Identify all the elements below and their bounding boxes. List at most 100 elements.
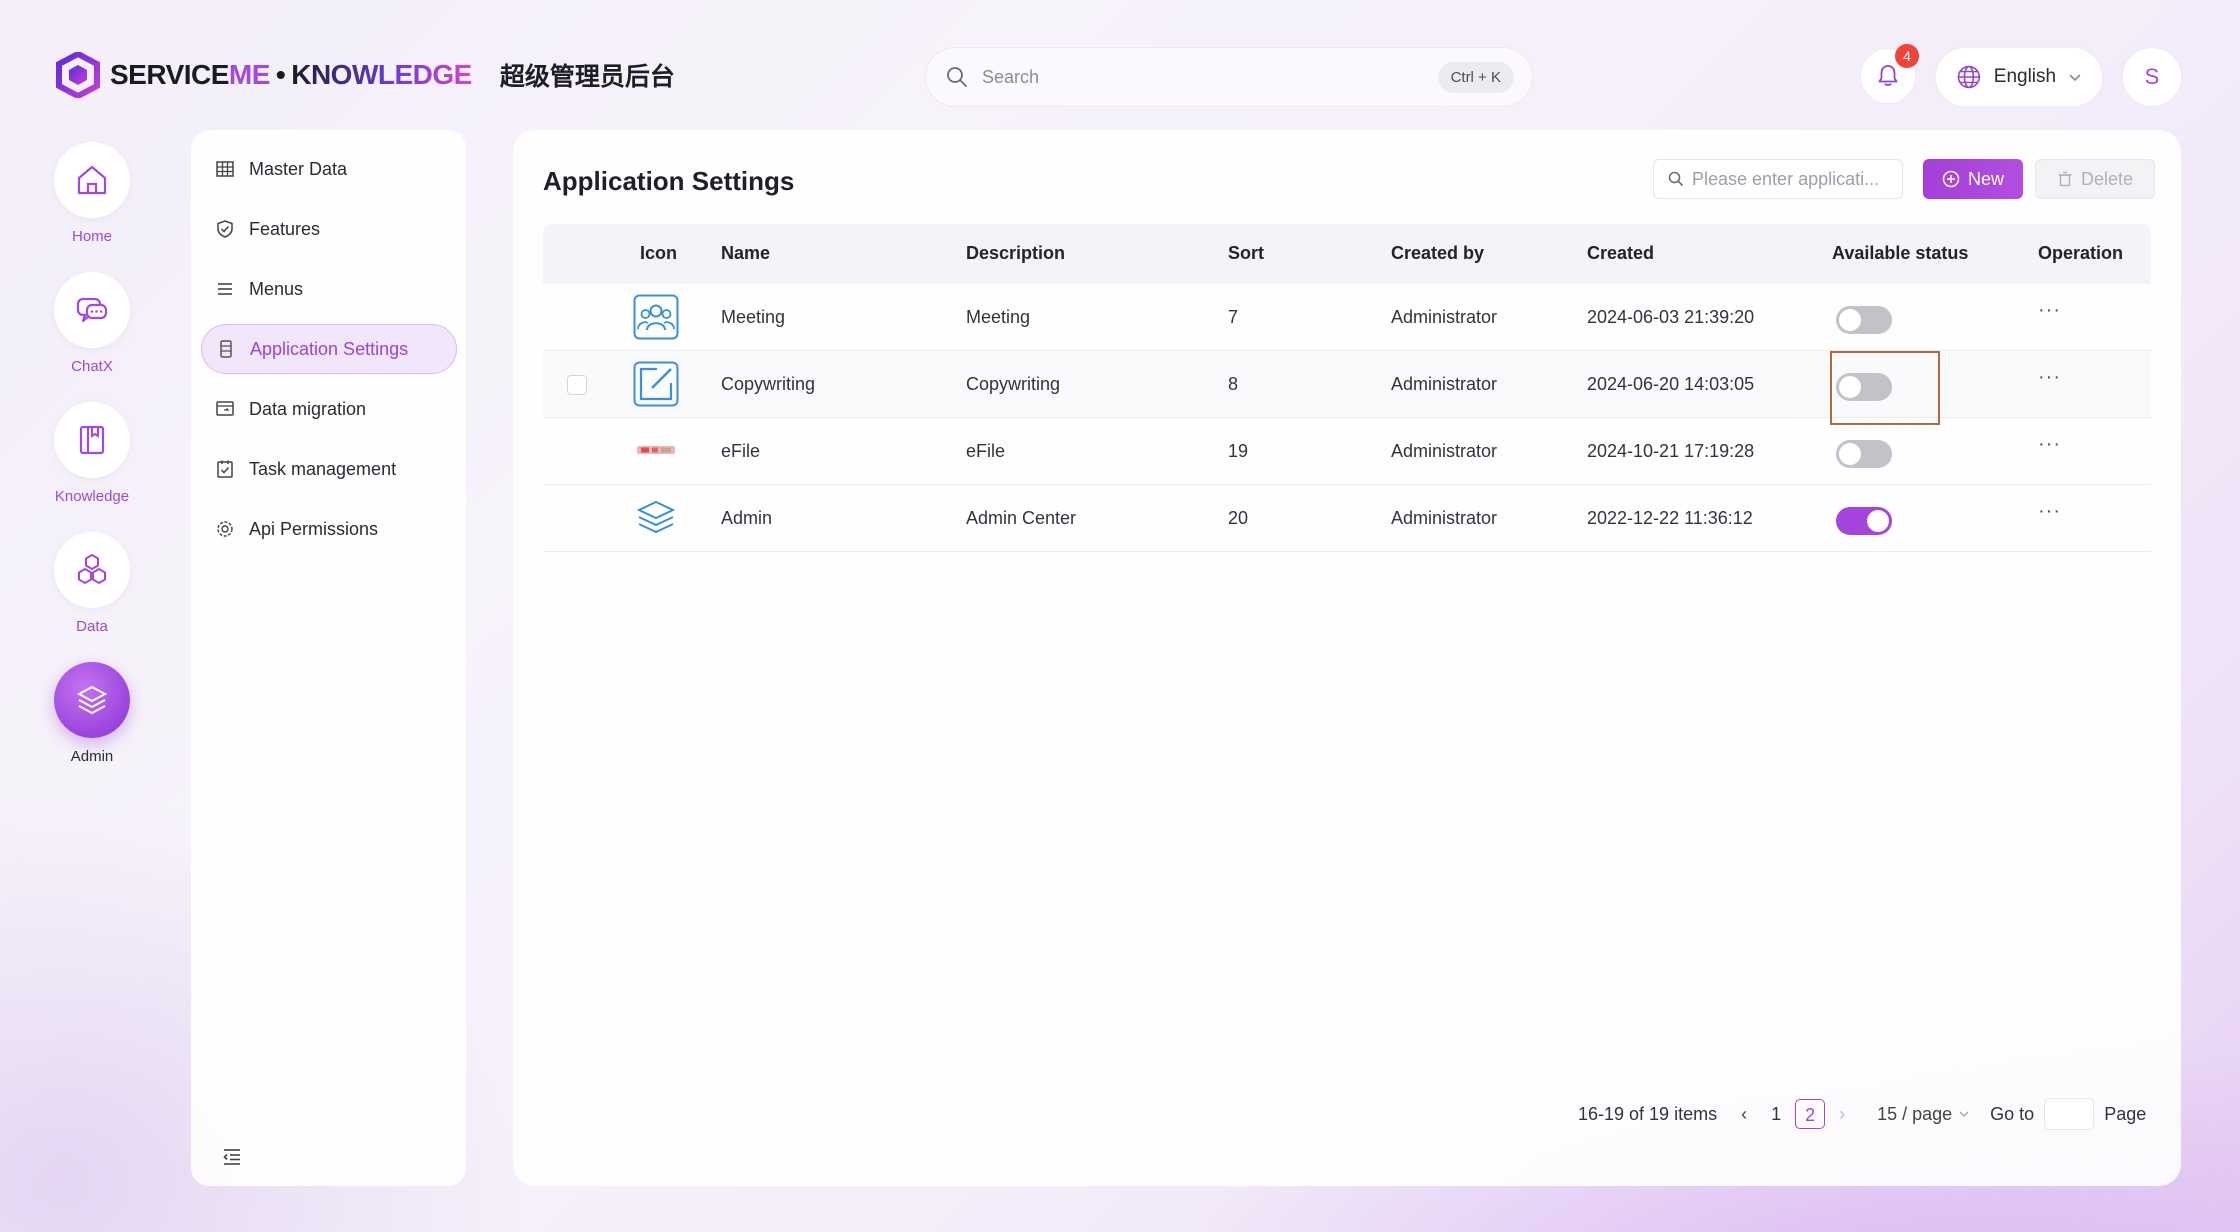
row-select-checkbox[interactable] [567,375,587,395]
gear-icon [217,521,233,537]
table-row[interactable]: Copywriting Copywriting 8 Administrator … [543,351,2151,425]
menu-item-task-management[interactable]: Task management [201,444,457,494]
rail-label-home: Home [71,228,112,245]
menu-item-application-settings[interactable]: Application Settings [201,324,457,374]
rail-label-chatx: ChatX [71,358,113,375]
new-button[interactable]: New [1923,159,2023,199]
cell-description: eFile [966,441,1006,461]
migrate-icon [216,401,234,416]
cell-sort: 7 [1228,307,1239,327]
brand-logo[interactable]: SERVICEME • KNOWLEDGE 超级管理员后台 [56,52,675,98]
status-toggle[interactable] [1836,507,1892,535]
server-icon [220,340,232,358]
logo-mark-icon [56,52,100,98]
global-search-input[interactable]: Search Ctrl + K [925,47,1533,107]
applications-table: Icon Name Description Sort Created by Cr… [543,224,2151,552]
rail-home-circle [54,142,130,218]
status-toggle[interactable] [1836,306,1892,334]
rail-admin-circle [54,662,130,738]
page-size-select[interactable]: 15 / page [1871,1104,1976,1125]
rail-label-admin: Admin [70,748,114,765]
shield-check-icon [217,220,233,238]
page-button-2[interactable]: 2 [1795,1099,1826,1129]
menu-label: Features [249,218,321,239]
brand-subtitle: 超级管理员后台 [499,63,675,91]
rail-item-admin[interactable]: Admin [54,662,130,765]
toggle-knob [1867,510,1889,532]
pagination-summary: 16-19 of 19 items [1578,1103,1718,1124]
language-selector[interactable]: English [1935,47,2103,107]
menu-item-master-data[interactable]: Master Data [201,144,457,194]
table-row[interactable]: Meeting Meeting 7 Administrator 2024-06-… [543,284,2151,351]
cell-name: Copywriting [721,374,816,394]
language-label: English [1993,66,2057,87]
collapse-menu-icon[interactable] [221,1146,243,1168]
menu-item-menus[interactable]: Menus [201,264,457,314]
table-icon [216,161,234,177]
page-button-1[interactable]: 1 [1761,1099,1791,1129]
page-title: Application Settings [543,166,795,196]
row-actions-more-icon[interactable]: ··· [2038,500,2061,523]
brand-name: SERVICEME • KNOWLEDGE [110,59,472,90]
cell-description: Admin Center [966,508,1077,528]
row-actions-more-icon[interactable]: ··· [2038,299,2061,322]
menu-item-data-migration[interactable]: Data migration [201,384,457,434]
column-header-name: Name [721,243,771,263]
goto-page-input[interactable] [2044,1098,2095,1130]
menu-label: Application Settings [250,338,409,359]
plus-circle-icon [1942,170,1960,188]
toggle-knob [1839,309,1861,331]
efile-logo-icon [637,446,675,454]
cell-created: 2024-10-21 17:19:28 [1587,441,1755,461]
menu-item-features[interactable]: Features [201,204,457,254]
column-header-sort: Sort [1228,243,1264,263]
rail-item-chatx[interactable]: ChatX [54,272,130,375]
row-actions-more-icon[interactable]: ··· [2038,433,2061,456]
prev-page-icon[interactable]: ‹ [1729,1104,1759,1125]
application-filter-input[interactable]: Please enter applicati... [1653,159,1903,199]
rail-label-knowledge: Knowledge [54,488,130,505]
rail-label-data: Data [76,618,108,635]
rail-item-knowledge[interactable]: Knowledge [54,402,130,505]
cell-name: Admin [721,508,773,528]
cell-created-by: Administrator [1391,307,1498,327]
main-panel: Application Settings Please enter applic… [513,130,2181,1186]
cell-sort: 8 [1228,374,1239,394]
column-header-icon: Icon [640,243,678,263]
cell-sort: 20 [1228,508,1249,528]
status-toggle[interactable] [1836,373,1892,401]
chat-icon [76,297,108,323]
search-icon [1668,171,1684,187]
page-size-label: 15 / page [1877,1103,1953,1124]
page-label: Page [2104,1103,2147,1124]
admin-side-menu: Master Data Features Menus Application S… [191,130,466,1186]
new-button-label: New [1967,168,2004,189]
search-placeholder: Search [982,66,1040,87]
cell-created: 2024-06-03 21:39:20 [1587,307,1755,327]
table-row[interactable]: Admin Admin Center 20 Administrator 2022… [543,485,2151,552]
delete-button[interactable]: Delete [2035,159,2155,199]
row-actions-more-icon[interactable]: ··· [2038,366,2061,389]
status-toggle[interactable] [1836,440,1892,468]
meeting-icon [633,294,679,340]
cell-name: Meeting [721,307,786,327]
layers-icon [76,685,108,715]
next-page-icon[interactable]: › [1827,1104,1857,1125]
cell-description: Copywriting [966,374,1061,394]
rail-item-home[interactable]: Home [54,142,130,245]
menu-label: Api Permissions [249,518,379,539]
notification-count-badge: 4 [1895,44,1919,68]
cell-created-by: Administrator [1391,374,1498,394]
cell-created: 2024-06-20 14:03:05 [1587,374,1755,394]
chevron-down-icon [2069,74,2081,82]
cell-created-by: Administrator [1391,441,1498,461]
menu-item-api-permissions[interactable]: Api Permissions [201,504,457,554]
goto-label: Go to [1990,1103,2035,1124]
rail-data-circle [54,532,130,608]
home-icon [77,165,107,195]
search-shortcut-hint: Ctrl + K [1437,61,1514,93]
rail-item-data[interactable]: Data [54,532,130,635]
hexagons-icon [78,553,106,585]
table-row[interactable]: eFile eFile 19 Administrator 2024-10-21 … [543,418,2151,485]
user-avatar[interactable]: S [2122,47,2182,107]
